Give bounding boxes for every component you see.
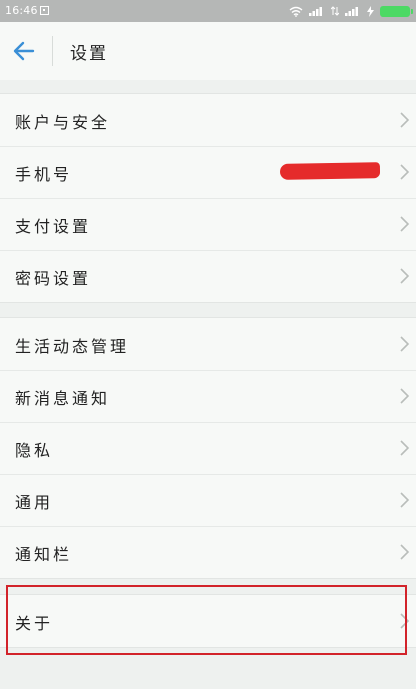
settings-group-account: 账户与安全 手机号 支付设置 密码设置: [0, 93, 416, 303]
settings-item-about[interactable]: 关于: [0, 595, 416, 647]
chevron-right-icon: [400, 492, 410, 508]
chevron-right-icon: [400, 544, 410, 560]
chevron-right-icon: [400, 613, 410, 629]
redacted-phone-number: [279, 162, 381, 180]
settings-item-label: 支付设置: [15, 217, 92, 236]
status-time: 16:46: [5, 4, 38, 17]
settings-item-account-security[interactable]: 账户与安全: [0, 94, 416, 146]
settings-item-label: 新消息通知: [15, 389, 111, 408]
chevron-right-icon: [400, 388, 410, 404]
back-button[interactable]: [10, 37, 38, 65]
settings-item-label: 通知栏: [15, 545, 73, 564]
settings-item-phone-number[interactable]: 手机号: [0, 146, 416, 198]
chevron-right-icon: [400, 336, 410, 352]
chevron-right-icon: [400, 112, 410, 128]
wifi-icon: [289, 6, 303, 17]
settings-item-moments-management[interactable]: 生活动态管理: [0, 318, 416, 370]
page-title: 设置: [70, 44, 108, 64]
battery-icon: [380, 5, 413, 17]
settings-item-label: 账户与安全: [15, 113, 111, 132]
settings-item-label: 生活动态管理: [15, 337, 130, 356]
settings-item-privacy[interactable]: 隐私: [0, 422, 416, 474]
settings-item-label: 手机号: [15, 165, 73, 184]
status-icons: [289, 3, 413, 19]
app-bar: 设置: [0, 22, 416, 80]
settings-group-general: 生活动态管理 新消息通知 隐私 通用 通知栏: [0, 317, 416, 579]
settings-item-new-message-notification[interactable]: 新消息通知: [0, 370, 416, 422]
charging-icon: [367, 5, 374, 17]
notification-icon: [40, 6, 49, 15]
settings-item-label: 关于: [15, 614, 54, 633]
back-arrow-icon: [13, 41, 35, 61]
settings-item-notification-bar[interactable]: 通知栏: [0, 526, 416, 578]
chevron-right-icon: [400, 164, 410, 180]
chevron-right-icon: [400, 268, 410, 284]
chevron-right-icon: [400, 440, 410, 456]
settings-group-about: 关于: [0, 594, 416, 648]
signal-icon: [309, 7, 322, 16]
signal-icon-2: [345, 7, 358, 16]
settings-item-label: 隐私: [15, 441, 54, 460]
chevron-right-icon: [400, 216, 410, 232]
data-activity-icon: [331, 6, 339, 16]
app-bar-divider: [52, 36, 53, 66]
settings-item-payment-settings[interactable]: 支付设置: [0, 198, 416, 250]
settings-item-password-settings[interactable]: 密码设置: [0, 250, 416, 302]
status-bar: 16:46: [0, 0, 416, 22]
settings-item-label: 密码设置: [15, 269, 92, 288]
settings-item-label: 通用: [15, 493, 54, 512]
settings-item-general[interactable]: 通用: [0, 474, 416, 526]
